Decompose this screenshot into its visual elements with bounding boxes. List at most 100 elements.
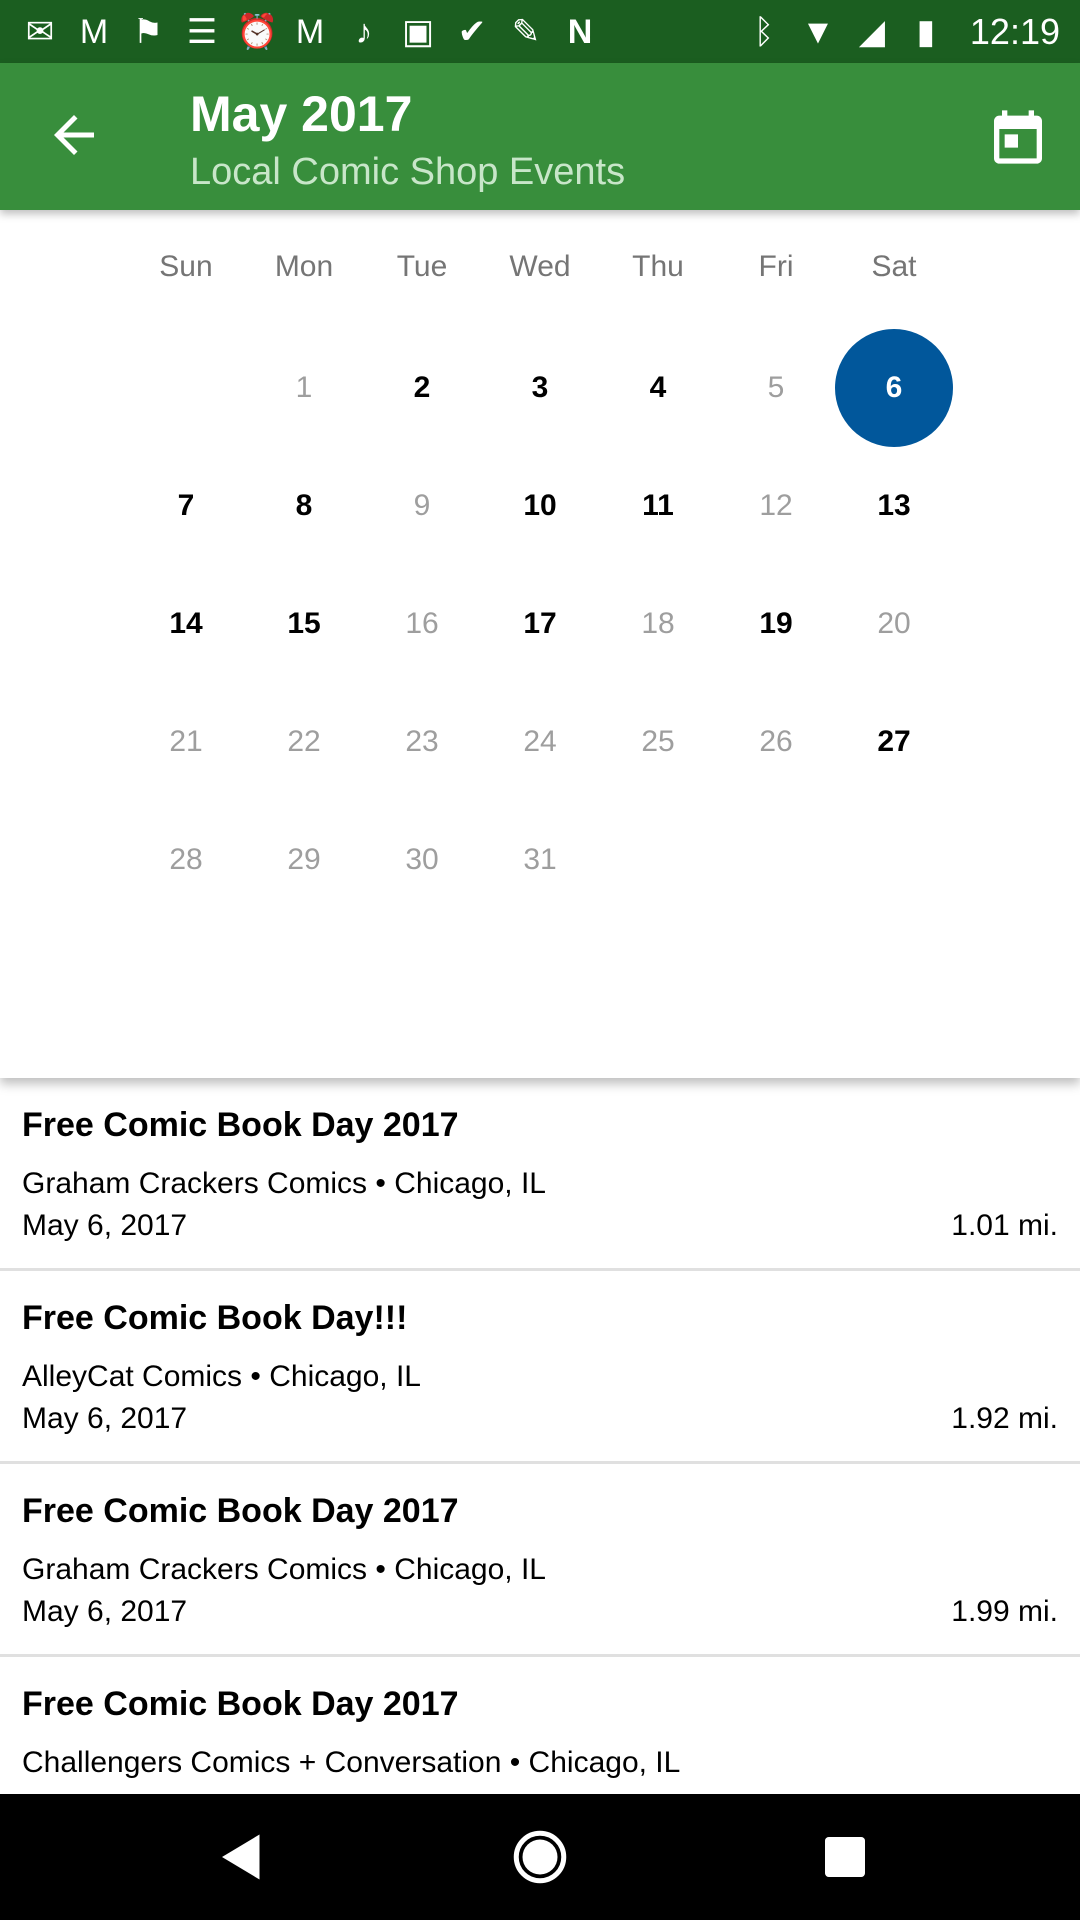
calendar-day[interactable]: 25 [599,683,717,801]
weekday-label: Thu [632,250,684,283]
month-calendar: Sun Mon Tue Wed Thu Fri Sat 1 2 3 4 5 6 7 8 9 10 11 12 13 1… [0,210,1080,1078]
day-number: 6 [835,329,953,447]
signal-icon: ◢ [858,12,885,51]
weekday-label: Tue [396,250,448,283]
calendar-day[interactable]: 24 [481,683,599,801]
event-venue: Graham Crackers Comics • Chicago, IL [22,1167,546,1200]
day-number: 4 [649,371,667,404]
news-icon: ☰ [186,12,218,51]
edit-icon: ✎ [511,12,541,51]
calendar-today-icon[interactable] [986,103,1050,171]
status-bar: ✉ M ⚑ ☰ ⏰ M ♪ ▣ ✔ ✎ N ᛒ ▼ ◢ ▮ 12:19 [0,0,1080,63]
event-title: Free Comic Book Day 2017 [22,1685,459,1723]
calendar-day[interactable]: 6 [835,329,953,447]
back-arrow-icon[interactable] [44,105,104,165]
calendar-day[interactable]: 1 [245,329,363,447]
calendar-day[interactable]: 22 [245,683,363,801]
calendar-day[interactable]: 5 [717,329,835,447]
recents-nav-icon[interactable] [815,1827,875,1887]
navigation-bar [0,1794,1080,1920]
calendar-day[interactable]: 2 [363,329,481,447]
page-title: May 2017 [190,86,413,142]
day-number: 27 [877,725,911,758]
calendar-day[interactable]: 11 [599,447,717,565]
photo-icon: ▣ [401,12,435,51]
weekday-label: Sun [159,250,213,283]
event-distance: 1.99 mi. [951,1595,1058,1628]
calendar-day[interactable]: 14 [127,565,245,683]
calendar-day[interactable]: 18 [599,565,717,683]
calendar-day[interactable]: 21 [127,683,245,801]
calendar-empty [127,329,245,447]
event-distance: 1.92 mi. [951,1402,1058,1435]
calendar-empty [599,801,717,919]
weekday-header: Sun Mon Tue Wed Thu Fri Sat [127,250,953,284]
n-icon: N [567,12,593,51]
calendar-day[interactable]: 15 [245,565,363,683]
event-venue: Graham Crackers Comics • Chicago, IL [22,1553,546,1586]
calendar-day[interactable]: 30 [363,801,481,919]
calendar-week: 1 2 3 4 5 6 [127,329,953,447]
event-list-item[interactable]: Free Comic Book Day 2017 Graham Crackers … [0,1078,1080,1271]
calendar-day[interactable]: 8 [245,447,363,565]
calendar-day[interactable]: 7 [127,447,245,565]
event-venue: AlleyCat Comics • Chicago, IL [22,1360,421,1393]
day-number: 17 [523,607,557,640]
calendar-day[interactable]: 13 [835,447,953,565]
day-number: 7 [177,489,195,522]
calendar-week: 7 8 9 10 11 12 13 [127,447,953,565]
gmail-icon: M [79,12,109,51]
home-nav-icon[interactable] [510,1827,570,1887]
calendar-day[interactable]: 31 [481,801,599,919]
calendar-day[interactable]: 27 [835,683,953,801]
day-number: 16 [405,607,439,640]
event-date: May 6, 2017 [22,1402,188,1435]
day-number: 18 [641,607,675,640]
event-title: Free Comic Book Day 2017 [22,1492,459,1530]
calendar-day[interactable]: 12 [717,447,835,565]
calendar-week: 28 29 30 31 [127,801,953,919]
calendar-day[interactable]: 17 [481,565,599,683]
back-nav-icon[interactable] [212,1827,272,1887]
bluetooth-icon: ᛒ [753,12,775,51]
day-number: 24 [523,725,557,758]
gmail-icon: M [295,12,325,51]
calendar-day[interactable]: 20 [835,565,953,683]
calendar-day[interactable]: 19 [717,565,835,683]
day-number: 23 [405,725,439,758]
day-number: 26 [759,725,793,758]
calendar-week: 14 15 16 17 18 19 20 [127,565,953,683]
day-number: 31 [523,843,557,876]
calendar-day[interactable]: 9 [363,447,481,565]
calendar-day[interactable]: 29 [245,801,363,919]
battery-charging-icon: ▮ [916,12,936,51]
day-number: 25 [641,725,675,758]
calendar-day[interactable]: 23 [363,683,481,801]
check-icon: ✔ [457,12,487,51]
alarm-icon: ⏰ [236,12,279,51]
day-number: 2 [413,371,431,404]
event-list-item[interactable]: Free Comic Book Day!!! AlleyCat Comics • … [0,1271,1080,1464]
day-number: 19 [759,607,793,640]
event-title: Free Comic Book Day 2017 [22,1106,459,1144]
toolbar: May 2017 Local Comic Shop Events [0,63,1080,210]
calendar-day[interactable]: 4 [599,329,717,447]
calendar-day[interactable]: 10 [481,447,599,565]
day-number: 28 [169,843,203,876]
calendar-day[interactable]: 26 [717,683,835,801]
day-number: 30 [405,843,439,876]
calendar-day[interactable]: 16 [363,565,481,683]
event-list: Free Comic Book Day 2017 Graham Crackers … [0,1078,1080,1850]
page-subtitle: Local Comic Shop Events [190,151,626,193]
event-title: Free Comic Book Day!!! [22,1299,408,1337]
event-list-item[interactable]: Free Comic Book Day 2017 Graham Crackers … [0,1464,1080,1657]
calendar-day[interactable]: 28 [127,801,245,919]
day-number: 21 [169,725,203,758]
music-icon: ♪ [355,12,373,51]
messages-icon: ✉ [25,12,55,51]
calendar-day[interactable]: 3 [481,329,599,447]
wifi-icon: ▼ [801,12,835,51]
day-number: 15 [287,607,321,640]
event-distance: 1.01 mi. [951,1209,1058,1242]
day-number: 10 [523,489,557,522]
